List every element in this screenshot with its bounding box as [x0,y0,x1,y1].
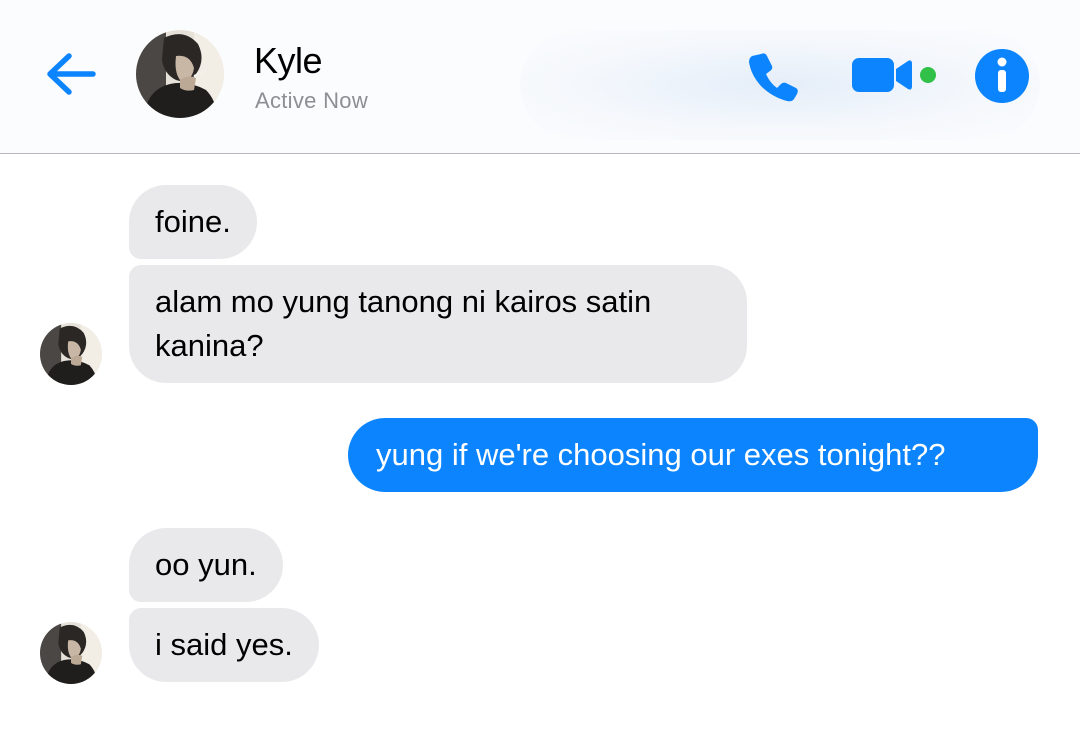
info-button[interactable] [972,46,1032,106]
contact-name: Kyle [254,40,323,81]
sender-avatar[interactable] [40,323,102,385]
info-icon [975,49,1029,103]
video-camera-icon [852,58,936,92]
message-bubble-incoming[interactable]: alam mo yung tanong ni kairos satin kani… [129,265,747,383]
message-bubble-incoming[interactable]: foine. [129,185,257,259]
avatar-photo [136,30,224,118]
video-call-button[interactable] [848,50,940,100]
avatar-photo [40,323,102,385]
contact-avatar[interactable] [136,30,224,118]
contact-status: Active Now [255,88,369,113]
sender-avatar[interactable] [40,622,102,684]
phone-icon [749,53,798,102]
message-bubble-incoming[interactable]: oo yun. [129,528,283,602]
avatar-photo [40,622,102,684]
chat-screen: Kyle Active Now foine. alam mo yung tano… [0,0,1080,746]
arrow-left-icon [47,53,96,95]
presence-dot [920,67,936,83]
voice-call-button[interactable] [744,46,804,106]
back-button[interactable] [38,46,102,102]
message-bubble-incoming[interactable]: i said yes. [129,608,319,682]
message-bubble-outgoing[interactable]: yung if we're choosing our exes tonight?… [348,418,1038,492]
conversation-header: Kyle Active Now [0,0,1080,154]
